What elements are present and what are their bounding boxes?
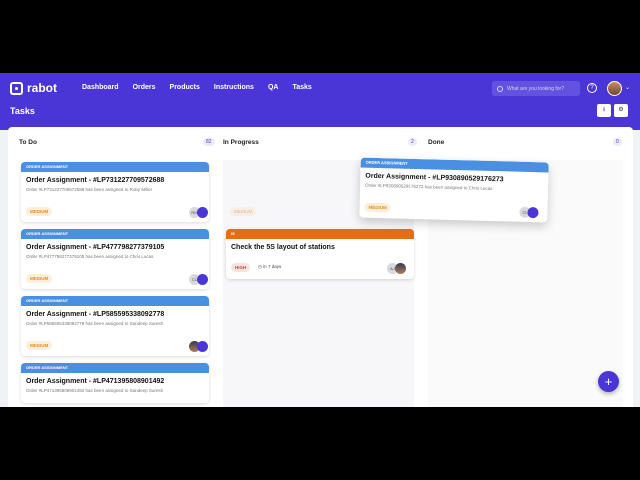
search-box[interactable] (492, 81, 580, 96)
card-tag: ORDER ASSIGNMENT (21, 162, 209, 172)
card-title: Order Assignment - #LP471395808901492 (26, 378, 165, 385)
card-tag: ORDER ASSIGNMENT (21, 363, 209, 373)
brand-avatar-icon (527, 206, 539, 219)
assignee-photo-avatar (395, 263, 406, 274)
priority-badge: MEDIUM (364, 202, 391, 213)
card-tag: ORDER ASSIGNMENT (21, 296, 209, 306)
download-button[interactable]: ⭳ (597, 104, 611, 117)
column-count-done: 0 (613, 138, 622, 146)
search-icon (497, 85, 503, 92)
card-tag: ORDER ASSIGNMENT (21, 229, 209, 239)
due-date: ◷ in 7 days (258, 264, 281, 270)
add-task-button[interactable]: + (598, 371, 619, 392)
brand-avatar-icon (197, 207, 208, 218)
card-subtitle: Order #LP930890529176273 has been assign… (365, 182, 493, 192)
priority-badge: MEDIUM (26, 341, 53, 350)
settings-button[interactable]: ⚙ (614, 104, 628, 117)
page-title: Tasks (10, 106, 35, 116)
column-count-inprogress: 2 (408, 138, 417, 146)
dragging-task-card[interactable]: ORDER ASSIGNMENT Order Assignment - #LP9… (359, 157, 549, 223)
search-input[interactable] (507, 85, 577, 92)
kanban-board: To Do 82 In Progress 2 Done 0 ORDER ASSI… (8, 127, 633, 407)
nav-products[interactable]: Products (170, 84, 200, 91)
card-title: Order Assignment - #LP731227709572688 (26, 177, 165, 184)
priority-badge: HIGH (231, 263, 251, 272)
task-card[interactable]: ORDER ASSIGNMENT Order Assignment - #LP5… (21, 296, 209, 356)
card-title: Check the 5S layout of stations (231, 244, 335, 251)
card-title: Order Assignment - #LP477798277379105 (26, 244, 165, 251)
nav-orders[interactable]: Orders (133, 84, 156, 91)
due-text: in 7 days (263, 264, 282, 269)
column-title-done: Done (428, 139, 445, 146)
task-card[interactable]: ORDER ASSIGNMENT Order Assignment - #LP4… (21, 363, 209, 403)
column-title-todo: To Do (19, 139, 37, 146)
priority-badge: MEDIUM (26, 207, 53, 216)
top-header: rabot Dashboard Orders Products Instruct… (0, 73, 640, 130)
card-title: Order Assignment - #LP585595338092778 (26, 311, 165, 318)
logo-icon (10, 81, 23, 95)
task-card[interactable]: ORDER ASSIGNMENT Order Assignment - #LP7… (21, 162, 209, 222)
nav-tasks[interactable]: Tasks (292, 84, 311, 91)
brand-avatar-icon (197, 341, 208, 352)
column-title-inprogress: In Progress (223, 139, 259, 146)
chevron-down-icon[interactable]: ⌄ (625, 84, 630, 91)
brand-name: rabot (27, 81, 57, 95)
card-tag: IS (226, 229, 414, 239)
card-subtitle: Order #LP471395808901492 has been assign… (26, 388, 164, 393)
help-icon[interactable]: ? (587, 83, 597, 93)
priority-badge: MEDIUM (26, 274, 53, 283)
logo[interactable]: rabot (10, 81, 57, 95)
drag-placeholder-badge: MEDIUM (230, 207, 257, 216)
user-avatar[interactable] (607, 81, 622, 96)
task-card[interactable]: ORDER ASSIGNMENT Order Assignment - #LP4… (21, 229, 209, 289)
app-window: rabot Dashboard Orders Products Instruct… (0, 73, 640, 407)
card-subtitle: Order #LP585595338092778 has been assign… (26, 321, 164, 326)
nav-qa[interactable]: QA (268, 84, 279, 91)
card-subtitle: Order #LP477798277379105 has been assign… (26, 254, 154, 259)
column-count-todo: 82 (203, 138, 215, 146)
card-subtitle: Order #LP731227709572688 has been assign… (26, 187, 153, 192)
task-card[interactable]: IS Check the 5S layout of stations HIGH … (226, 229, 414, 279)
main-nav: Dashboard Orders Products Instructions Q… (82, 84, 312, 91)
brand-avatar-icon (197, 274, 208, 285)
nav-instructions[interactable]: Instructions (214, 84, 254, 91)
nav-dashboard[interactable]: Dashboard (82, 84, 119, 91)
